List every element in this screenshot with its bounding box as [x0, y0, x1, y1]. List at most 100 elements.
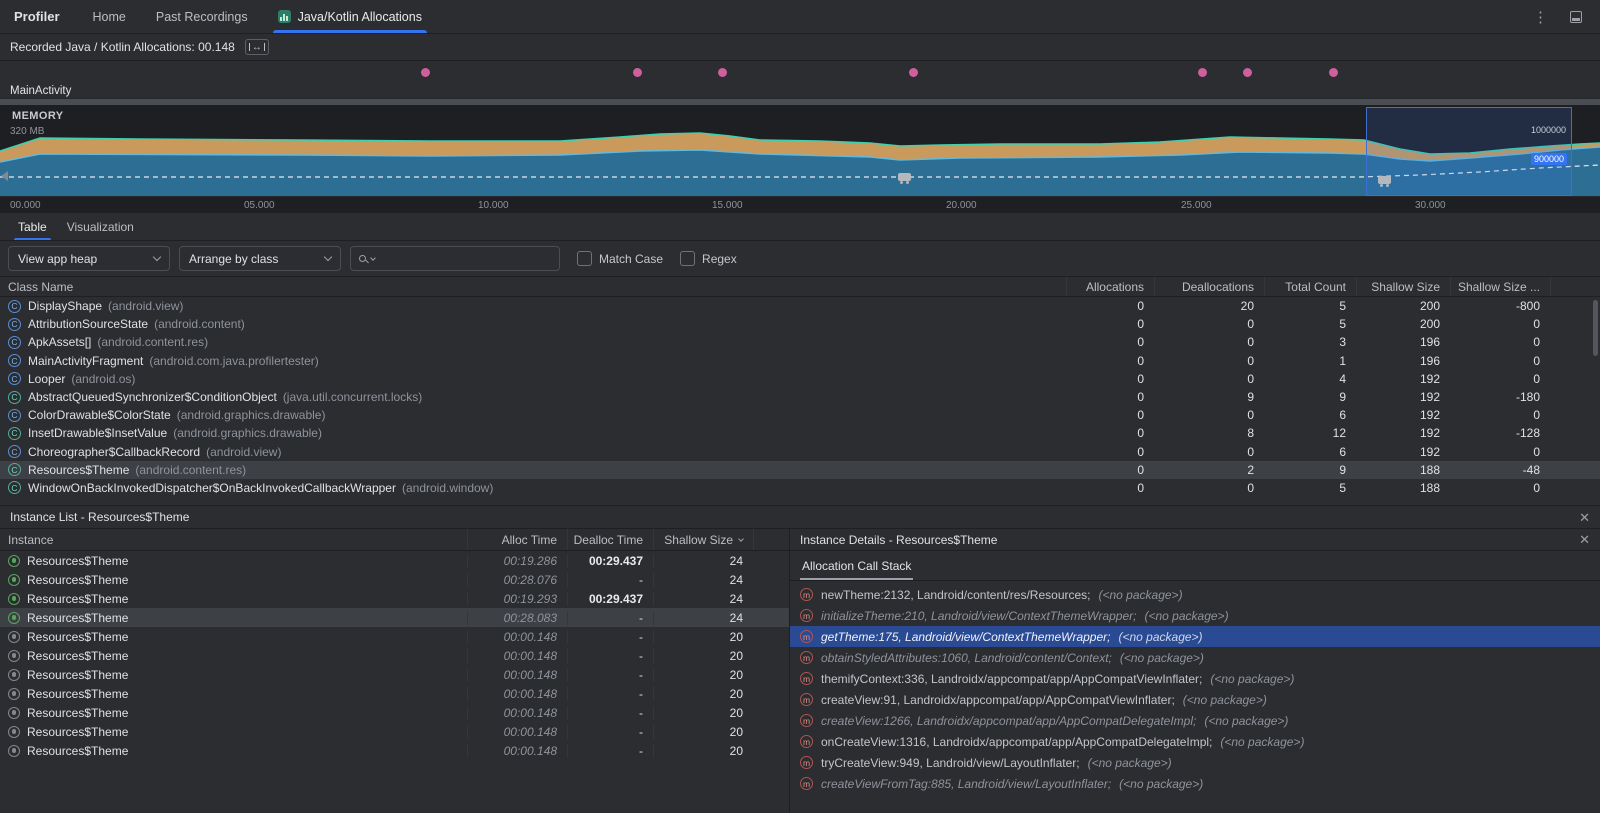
match-case-option[interactable]: Match Case [577, 251, 663, 266]
search-input[interactable] [380, 252, 551, 266]
class-row[interactable]: CAttributionSourceState(android.content)… [0, 315, 1600, 333]
search-box[interactable] [350, 246, 560, 271]
close-icon[interactable]: ✕ [1579, 533, 1590, 546]
instance-row[interactable]: Resources$Theme00:00.148-20 [0, 665, 789, 684]
col-instance[interactable]: Instance [0, 529, 467, 550]
col-alloc-time[interactable]: Alloc Time [467, 529, 567, 550]
timeline-selection[interactable]: 1000000900000 [1366, 107, 1572, 196]
cell-value: 0 [1066, 390, 1154, 404]
interaction-event-dot[interactable] [421, 68, 430, 77]
frame-package: (<no package>) [1145, 609, 1229, 623]
stack-frame[interactable]: mgetTheme:175, Landroid/view/ContextThem… [790, 626, 1600, 647]
col-shallow-size[interactable]: Shallow Size ... [1450, 277, 1550, 296]
interaction-event-dot[interactable] [909, 68, 918, 77]
cell-value: 0 [1066, 335, 1154, 349]
timeline-left-handle[interactable] [1, 171, 8, 181]
interaction-event-dot[interactable] [1329, 68, 1338, 77]
instance-row[interactable]: Resources$Theme00:00.148-20 [0, 722, 789, 741]
tab-java-kotlin-allocations[interactable]: Java/Kotlin Allocations [263, 0, 437, 33]
stack-frame[interactable]: mcreateView:1266, Landroidx/appcompat/ap… [790, 710, 1600, 731]
recording-bar: Recorded Java / Kotlin Allocations: 00.1… [0, 34, 1600, 61]
class-package: (android.graphics.drawable) [177, 408, 326, 422]
class-row[interactable]: CMainActivityFragment(android.com.java.p… [0, 352, 1600, 370]
time-tick-label: 15.000 [712, 200, 743, 211]
cell-value: 192 [1356, 372, 1450, 386]
cell-value: 9 [1264, 390, 1356, 404]
instance-icon [8, 650, 20, 662]
instance-row[interactable]: Resources$Theme00:00.148-20 [0, 741, 789, 760]
class-row[interactable]: CApkAssets[](android.content.res)0031960 [0, 333, 1600, 351]
cell-value: 192 [1356, 445, 1450, 459]
instance-row[interactable]: Resources$Theme00:28.083-24 [0, 608, 789, 627]
stack-frame[interactable]: mtryCreateView:949, Landroid/view/Layout… [790, 752, 1600, 773]
class-row[interactable]: CChoreographer$CallbackRecord(android.vi… [0, 443, 1600, 461]
stack-frame[interactable]: mcreateView:91, Landroidx/appcompat/app/… [790, 689, 1600, 710]
tab-home[interactable]: Home [78, 0, 141, 33]
heap-select[interactable]: View app heap [8, 246, 170, 271]
stack-frame[interactable]: mnewTheme:2132, Landroid/content/res/Res… [790, 584, 1600, 605]
class-row[interactable]: CDisplayShape(android.view)0205200-800 [0, 297, 1600, 315]
instance-row[interactable]: Resources$Theme00:00.148-20 [0, 646, 789, 665]
memory-chart[interactable]: MEMORY 320 MB 1000000900000 [0, 105, 1600, 196]
col-shallow-size[interactable]: Shallow Size [1356, 277, 1450, 296]
arrange-select-value: Arrange by class [189, 252, 319, 266]
instance-row[interactable]: Resources$Theme00:19.29300:29.43724 [0, 589, 789, 608]
frame-package: (<no package>) [1120, 651, 1204, 665]
col-shallow-size[interactable]: Shallow Size [653, 529, 753, 550]
tab-past-recordings[interactable]: Past Recordings [141, 0, 263, 33]
cell-value: 0 [1066, 354, 1154, 368]
close-icon[interactable]: ✕ [1579, 511, 1590, 524]
stack-frame[interactable]: monCreateView:1316, Landroidx/appcompat/… [790, 731, 1600, 752]
cell-shallow-size: 24 [653, 573, 753, 587]
instance-row[interactable]: Resources$Theme00:00.148-20 [0, 627, 789, 646]
match-case-checkbox[interactable] [577, 251, 592, 266]
col-total-count[interactable]: Total Count [1264, 277, 1356, 296]
activity-lifecycle-bar[interactable] [0, 98, 1600, 105]
col-deallocations[interactable]: Deallocations [1154, 277, 1264, 296]
stack-frame[interactable]: mcreateViewFromTag:885, Landroid/view/La… [790, 773, 1600, 794]
col-dealloc-time[interactable]: Dealloc Time [567, 529, 653, 550]
instance-row[interactable]: Resources$Theme00:28.076-24 [0, 570, 789, 589]
class-row[interactable]: CLooper(android.os)0041920 [0, 370, 1600, 388]
instance-row[interactable]: Resources$Theme00:00.148-20 [0, 684, 789, 703]
class-row[interactable]: CColorDrawable$ColorState(android.graphi… [0, 406, 1600, 424]
zoom-to-fit-button[interactable]: ↔ [245, 39, 269, 55]
interaction-event-dot[interactable] [718, 68, 727, 77]
class-row[interactable]: CAbstractQueuedSynchronizer$ConditionObj… [0, 388, 1600, 406]
user-events-track[interactable] [0, 61, 1600, 84]
tab-visualization[interactable]: Visualization [57, 213, 144, 240]
instance-details-header: Instance Details - Resources$Theme ✕ [790, 529, 1600, 551]
frame-package: (<no package>) [1210, 672, 1294, 686]
titlebar-actions: ⋮ [1515, 0, 1600, 33]
instance-row[interactable]: Resources$Theme00:19.28600:29.43724 [0, 551, 789, 570]
instance-icon [8, 688, 20, 700]
interaction-event-dot[interactable] [1243, 68, 1252, 77]
stack-frame[interactable]: mobtainStyledAttributes:1060, Landroid/c… [790, 647, 1600, 668]
stack-frame[interactable]: minitializeTheme:210, Landroid/view/Cont… [790, 605, 1600, 626]
method-icon: m [800, 693, 813, 706]
col-class-name[interactable]: Class Name [0, 277, 1066, 296]
cell-value: 192 [1356, 426, 1450, 440]
col-allocations[interactable]: Allocations [1066, 277, 1154, 296]
instance-row[interactable]: Resources$Theme00:00.148-20 [0, 703, 789, 722]
hide-window-icon[interactable] [1570, 11, 1582, 23]
interaction-event-dot[interactable] [633, 68, 642, 77]
instance-icon [8, 745, 20, 757]
scrollbar-thumb[interactable] [1593, 300, 1598, 356]
class-row[interactable]: CInsetDrawable$InsetValue(android.graphi… [0, 424, 1600, 442]
method-icon: m [800, 777, 813, 790]
arrange-select[interactable]: Arrange by class [179, 246, 341, 271]
zoom-to-fit-glyph: ↔ [252, 42, 262, 53]
tab-label: Java/Kotlin Allocations [298, 10, 422, 24]
kebab-menu-icon[interactable]: ⋮ [1533, 8, 1548, 26]
tab-allocation-call-stack[interactable]: Allocation Call Stack [800, 551, 913, 580]
search-options-chevron-icon [370, 255, 376, 261]
class-row[interactable]: CResources$Theme(android.content.res)029… [0, 461, 1600, 479]
class-row[interactable]: CWindowOnBackInvokedDispatcher$OnBackInv… [0, 479, 1600, 497]
regex-option[interactable]: Regex [680, 251, 737, 266]
stack-frame[interactable]: mthemifyContext:336, Landroidx/appcompat… [790, 668, 1600, 689]
tab-table[interactable]: Table [8, 213, 57, 240]
regex-checkbox[interactable] [680, 251, 695, 266]
interaction-event-dot[interactable] [1198, 68, 1207, 77]
class-package: (android.content.res) [97, 335, 208, 349]
